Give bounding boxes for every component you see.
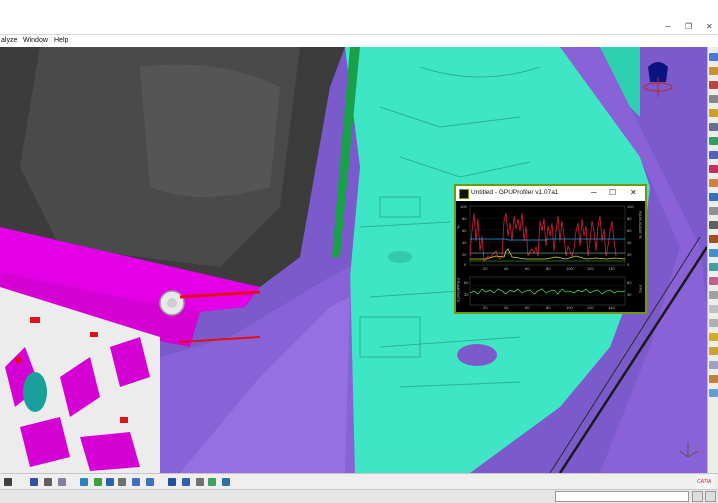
catia-logo: CATIA — [697, 479, 712, 485]
bottom-left-axis-label: FRAMERATE — [456, 278, 461, 303]
gpu-close-button[interactable]: ✕ — [630, 188, 637, 197]
bottom-toolbar: CATIA — [0, 473, 718, 490]
status-bar — [0, 489, 718, 503]
bottom-x-tick: 100 — [566, 305, 573, 310]
bottom-x-tick: 20 — [483, 305, 488, 310]
bottom-y-tick-right: 60 — [627, 280, 632, 285]
hole-icon[interactable] — [709, 137, 718, 145]
plane-icon[interactable] — [709, 67, 718, 75]
bottom-x-tick: 60 — [525, 305, 530, 310]
close-button[interactable]: ✕ — [706, 22, 713, 31]
select-icon[interactable] — [4, 478, 12, 486]
shell-icon[interactable] — [709, 249, 718, 257]
update-icon[interactable] — [222, 478, 230, 486]
gpu-profiler-graphs — [469, 205, 626, 306]
zoom-out-icon[interactable] — [94, 478, 102, 486]
hide-show-icon[interactable] — [146, 478, 154, 486]
boolean-icon[interactable] — [709, 361, 718, 369]
shaft-icon[interactable] — [709, 109, 718, 117]
command-input[interactable] — [555, 491, 689, 502]
normal-view-icon[interactable] — [106, 478, 114, 486]
top-y-tick-right: 80 — [627, 216, 632, 221]
top-y-tick-right: 40 — [627, 240, 632, 245]
render-style-icon[interactable] — [132, 478, 140, 486]
top-x-tick: 140 — [608, 266, 615, 271]
top-y-tick-right: 20 — [627, 252, 632, 257]
gpu-minimize-button[interactable]: ─ — [591, 188, 597, 197]
sketch-icon[interactable] — [709, 53, 718, 61]
gpu-maximize-button[interactable]: ☐ — [609, 188, 616, 197]
rib-icon[interactable] — [709, 151, 718, 159]
pocket-icon[interactable] — [709, 95, 718, 103]
top-x-tick: 100 — [566, 266, 573, 271]
minimize-button[interactable]: ─ — [665, 22, 671, 31]
gpu-profiler-titlebar[interactable]: Untitled - GPUProfiler v1.07a1 ─ ☐ ✕ — [456, 186, 645, 201]
title-bar: ─ ❐ ✕ — [0, 0, 718, 34]
top-y-tick-left: 40 — [462, 240, 467, 245]
draft-icon[interactable] — [709, 235, 718, 243]
bottom-y-tick-right: 30 — [627, 292, 632, 297]
bottom-y-tick-left: 30 — [464, 292, 469, 297]
right-toolbar — [707, 47, 718, 473]
bottom-x-tick: 140 — [608, 305, 615, 310]
bottom-x-tick: 80 — [546, 305, 551, 310]
top-x-tick: 60 — [525, 266, 530, 271]
translate-icon[interactable] — [709, 291, 718, 299]
bottom-x-tick: 40 — [504, 305, 509, 310]
top-x-tick: 40 — [504, 266, 509, 271]
slot-icon[interactable] — [709, 165, 718, 173]
iso-view-icon[interactable] — [118, 478, 126, 486]
top-y-tick-right: 0 — [627, 262, 630, 267]
shading-icon[interactable] — [182, 478, 190, 486]
command-button[interactable] — [692, 491, 703, 502]
pattern-icon[interactable] — [709, 333, 718, 341]
command-button[interactable] — [705, 491, 716, 502]
gpu-profiler-title: Untitled - GPUProfiler v1.07a1 — [471, 189, 559, 196]
top-y-tick-left: 20 — [462, 252, 467, 257]
rotate-view-icon[interactable] — [58, 478, 66, 486]
top-left-axis-label: % — [456, 225, 461, 229]
thickness-icon[interactable] — [709, 263, 718, 271]
gpu-profiler-app-icon — [459, 189, 469, 199]
top-y-tick-left: 100 — [460, 204, 467, 209]
menu-window[interactable]: Window — [23, 37, 48, 44]
top-y-tick-left: 80 — [462, 216, 467, 221]
restore-button[interactable]: ❐ — [685, 22, 692, 31]
zoom-in-icon[interactable] — [80, 478, 88, 486]
pan-icon[interactable] — [44, 478, 52, 486]
top-x-tick: 80 — [546, 266, 551, 271]
measure-icon[interactable] — [709, 375, 718, 383]
groove-icon[interactable] — [709, 123, 718, 131]
perspective-icon[interactable] — [196, 478, 204, 486]
top-y-tick-right: 60 — [627, 228, 632, 233]
thread-icon[interactable] — [709, 277, 718, 285]
menu-help[interactable]: Help — [54, 37, 68, 44]
top-right-axis-label: RAMUSAGE % — [638, 211, 643, 239]
scale-icon[interactable] — [709, 347, 718, 355]
top-y-tick-left: 0 — [464, 262, 467, 267]
top-x-tick: 20 — [483, 266, 488, 271]
gpu-profiler-window[interactable]: Untitled - GPUProfiler v1.07a1 ─ ☐ ✕ 20 … — [454, 184, 647, 314]
swap-visible-icon[interactable] — [168, 478, 176, 486]
compass-icon: CATIA — [696, 475, 714, 489]
rotate-icon[interactable] — [709, 305, 718, 313]
bottom-right-axis-label: FPS — [638, 285, 643, 293]
loft-icon[interactable] — [709, 193, 718, 201]
top-y-tick-right: 100 — [627, 204, 634, 209]
bottom-x-tick: 120 — [587, 305, 594, 310]
gpu-profiler-plot-area: 20 40 60 80 100 120 140 100 80 60 40 20 … — [456, 201, 645, 312]
mirror-icon[interactable] — [709, 319, 718, 327]
top-y-tick-left: 60 — [462, 228, 467, 233]
menu-analyze[interactable]: alyze — [1, 37, 17, 44]
apply-material-icon[interactable] — [709, 389, 718, 397]
pad-icon[interactable] — [709, 81, 718, 89]
fit-all-icon[interactable] — [30, 478, 38, 486]
bottom-y-tick-left: 60 — [464, 280, 469, 285]
top-x-tick: 120 — [587, 266, 594, 271]
stiffener-icon[interactable] — [709, 179, 718, 187]
analysis-icon[interactable] — [208, 478, 216, 486]
chamfer-icon[interactable] — [709, 221, 718, 229]
3d-viewport[interactable]: Untitled - GPUProfiler v1.07a1 ─ ☐ ✕ 20 … — [0, 47, 707, 473]
edge-fillet-icon[interactable] — [709, 207, 718, 215]
